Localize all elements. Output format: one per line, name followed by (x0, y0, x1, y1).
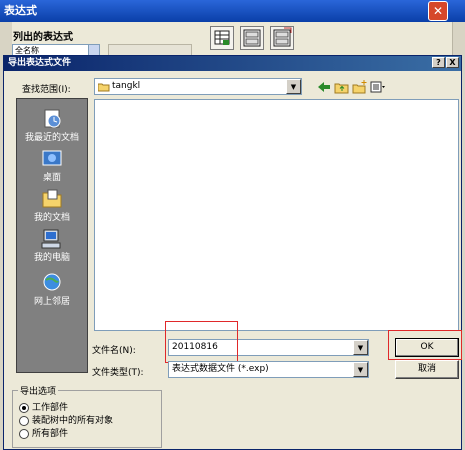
back-arrow-icon[interactable] (316, 80, 332, 94)
place-label: 我的文档 (33, 213, 70, 223)
listed-expressions-label: 列出的表达式 (13, 32, 73, 43)
file-name-label: 文件名(N): (92, 346, 136, 356)
spreadsheet-icon (214, 30, 230, 45)
ok-highlight-box (388, 330, 462, 360)
recent-docs-icon (44, 109, 61, 128)
radio-button[interactable] (19, 402, 29, 413)
place-desktop[interactable]: 桌面 (17, 148, 87, 183)
parameter-export-icon (273, 27, 292, 47)
radio-button[interactable] (19, 415, 29, 426)
option-all-in-assembly[interactable]: 装配树中的所有对象 (19, 413, 113, 426)
dialog-close-button[interactable]: X (446, 57, 459, 68)
place-label: 我最近的文档 (24, 133, 79, 143)
look-in-value: tangkl (112, 81, 141, 91)
place-network-places[interactable]: 网上邻居 (17, 272, 87, 307)
file-list-view[interactable] (94, 99, 459, 331)
look-in-dropdown-button[interactable]: ▼ (286, 79, 301, 94)
views-menu-icon[interactable] (370, 80, 386, 94)
folder-icon (98, 83, 110, 92)
file-type-select[interactable]: 表达式数据文件 (*.exp) (168, 361, 369, 378)
parameter-list-icon (243, 29, 261, 47)
parent-window-title: 表达式 (0, 0, 465, 22)
spreadsheet-edit-button[interactable] (210, 26, 234, 50)
file-type-dropdown-button[interactable]: ▼ (353, 362, 368, 377)
my-documents-icon (42, 189, 62, 208)
place-label: 网上邻居 (33, 297, 70, 307)
cancel-button[interactable]: 取消 (395, 360, 459, 379)
file-name-highlight-box (165, 321, 238, 363)
place-label: 桌面 (42, 173, 61, 183)
new-folder-icon[interactable] (352, 80, 368, 94)
dialog-title: 导出表达式文件 (4, 56, 461, 71)
radio-button[interactable] (19, 428, 29, 439)
import-expressions-button[interactable] (240, 26, 264, 50)
option-all-parts[interactable]: 所有部件 (19, 426, 68, 439)
parent-close-icon[interactable]: ✕ (428, 1, 448, 21)
place-recent-documents[interactable]: 我最近的文档 (17, 108, 87, 143)
place-my-documents[interactable]: 我的文档 (17, 188, 87, 223)
my-computer-icon (41, 229, 61, 249)
export-options-title: 导出选项 (18, 384, 59, 397)
file-name-dropdown-button[interactable]: ▼ (353, 340, 368, 355)
option-work-part[interactable]: 工作部件 (19, 400, 68, 413)
option-label: 装配树中的所有对象 (32, 416, 114, 426)
option-label: 工作部件 (32, 403, 69, 413)
look-in-label: 查找范围(I): (22, 85, 71, 95)
place-my-computer[interactable]: 我的电脑 (17, 228, 87, 263)
place-label: 我的电脑 (33, 253, 70, 263)
up-folder-icon[interactable] (334, 80, 350, 94)
file-type-label: 文件类型(T): (92, 368, 144, 378)
option-label: 所有部件 (32, 429, 69, 439)
desktop-icon (42, 150, 62, 166)
export-expressions-button[interactable] (270, 26, 294, 50)
help-button[interactable]: ? (432, 57, 445, 68)
network-places-icon (43, 273, 61, 291)
